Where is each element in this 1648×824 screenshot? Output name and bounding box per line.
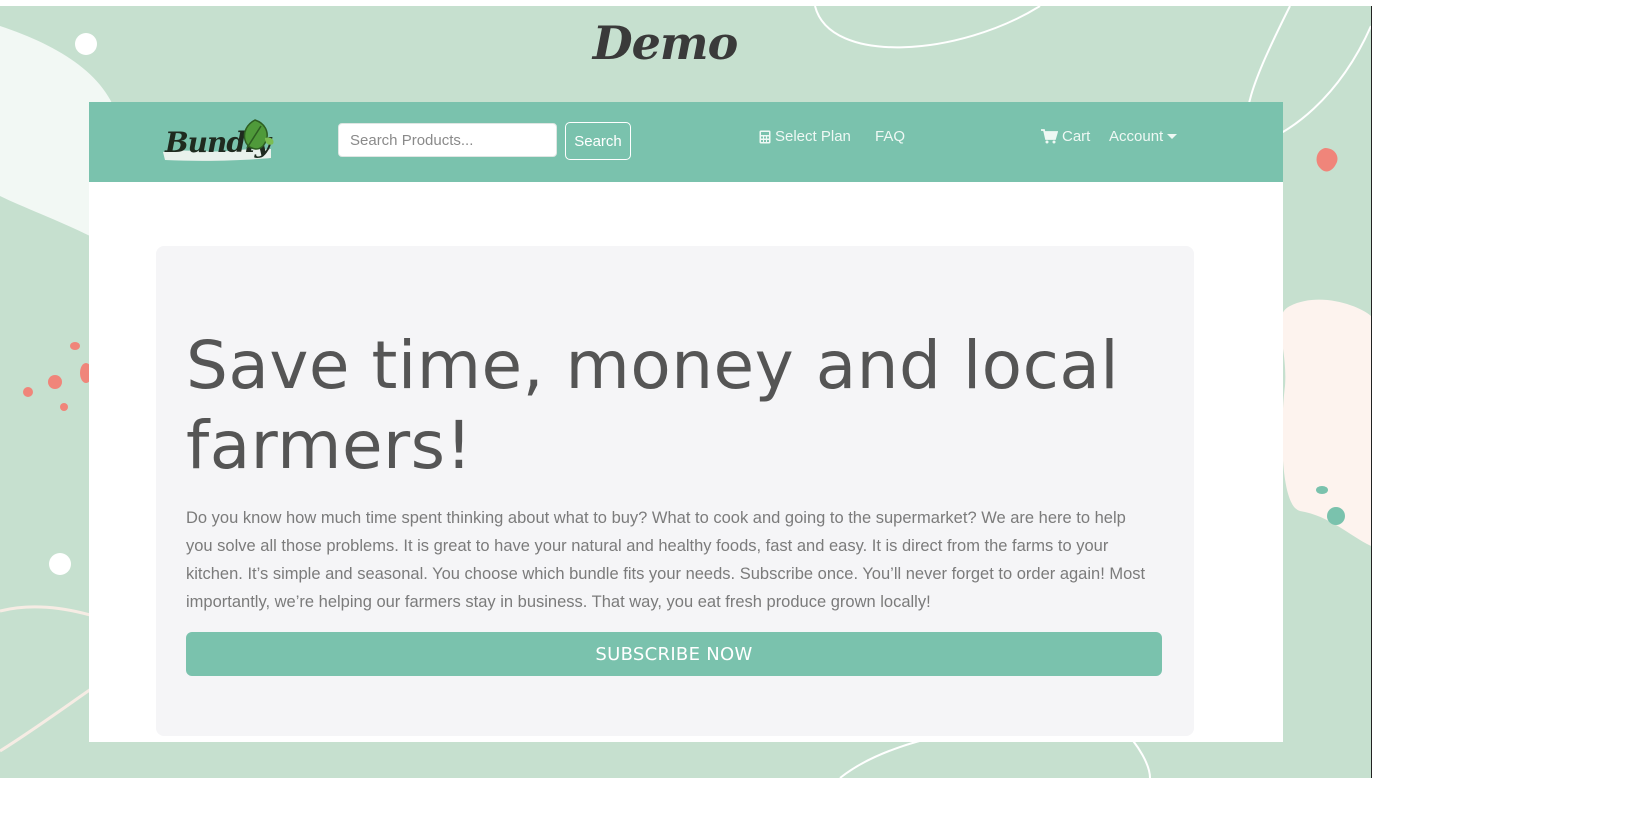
- calculator-icon: [759, 130, 771, 143]
- hero-description: Do you know how much time spent thinking…: [186, 509, 1146, 611]
- nav-cart[interactable]: Cart: [1041, 128, 1090, 145]
- nav-account-dropdown[interactable]: Account: [1109, 128, 1178, 145]
- navbar: Bundly Search Products... Search Select …: [89, 102, 1283, 182]
- nav-select-plan[interactable]: Select Plan: [759, 128, 851, 145]
- account-label: Account: [1109, 128, 1164, 145]
- cart-label: Cart: [1062, 128, 1091, 145]
- subscribe-now-button[interactable]: SUBSCRIBE NOW: [186, 632, 1162, 676]
- logo[interactable]: Bundly: [159, 114, 279, 170]
- caret-down-icon: [1167, 133, 1178, 139]
- nav-faq[interactable]: FAQ: [875, 128, 905, 145]
- hero-jumbotron: Save time, money and local farmers! Do y…: [156, 246, 1194, 736]
- search-input[interactable]: [338, 123, 557, 157]
- select-plan-label: Select Plan: [775, 128, 851, 145]
- frame-border-line: [1371, 6, 1372, 778]
- demo-background: Demo Bundly Search Products... Search Se…: [0, 6, 1371, 778]
- faq-label: FAQ: [875, 128, 906, 145]
- shopping-cart-icon: [1041, 129, 1058, 144]
- page-title: Demo: [592, 16, 739, 70]
- leaf-icon: [243, 119, 274, 150]
- hero-headline: Save time, money and local farmers!: [186, 327, 1120, 484]
- search-button[interactable]: Search: [565, 122, 631, 160]
- site-preview-frame: Bundly Search Products... Search Select …: [89, 102, 1283, 742]
